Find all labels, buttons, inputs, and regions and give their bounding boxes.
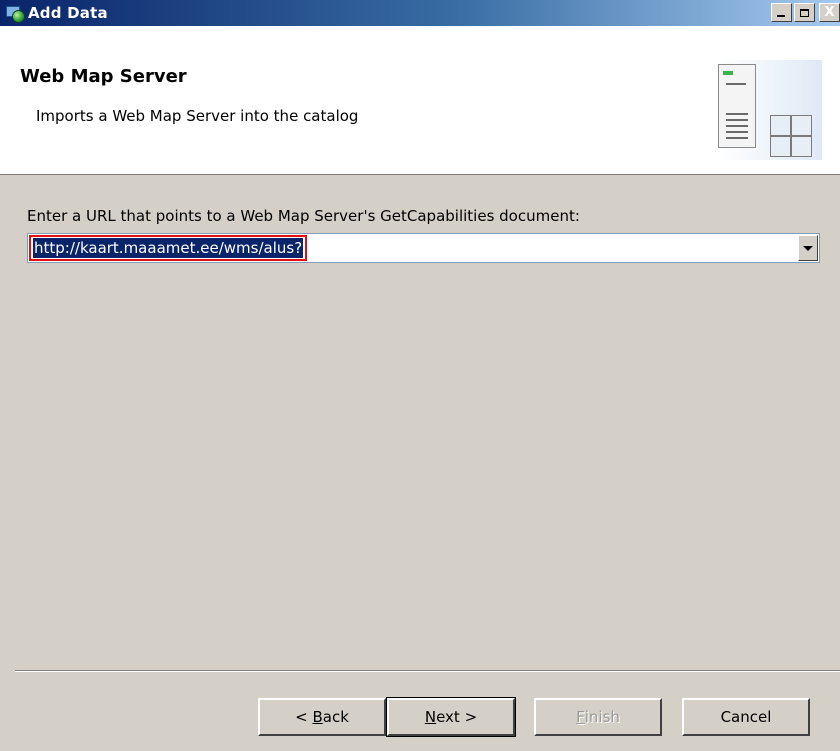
back-button[interactable]: < Back: [258, 698, 386, 736]
url-combobox[interactable]: http://kaart.maaamet.ee/wms/alus?: [27, 233, 820, 263]
page-description: Imports a Web Map Server into the catalo…: [36, 107, 359, 125]
button-separator: [15, 670, 840, 672]
url-prompt-label: Enter a URL that points to a Web Map Ser…: [27, 207, 580, 225]
minimize-button[interactable]: [771, 3, 792, 22]
minimize-icon: [777, 15, 785, 17]
server-catalog-icon: [714, 60, 822, 160]
maximize-button[interactable]: [794, 3, 815, 22]
add-data-icon: [6, 4, 25, 23]
wizard-header: Web Map Server Imports a Web Map Server …: [0, 26, 840, 175]
close-icon: X: [824, 5, 835, 20]
window-controls: X: [771, 3, 840, 22]
maximize-icon: [800, 8, 809, 17]
chevron-down-icon: [803, 245, 813, 251]
title-bar[interactable]: Add Data X: [0, 0, 840, 26]
url-highlight-box: http://kaart.maaamet.ee/wms/alus?: [29, 235, 308, 261]
next-button[interactable]: Next >: [386, 697, 516, 737]
window-title: Add Data: [28, 4, 108, 22]
page-title: Web Map Server: [20, 66, 187, 87]
cancel-button[interactable]: Cancel: [682, 698, 810, 736]
dropdown-button[interactable]: [798, 235, 818, 261]
finish-button[interactable]: Finish: [534, 698, 662, 736]
url-input[interactable]: http://kaart.maaamet.ee/wms/alus?: [33, 238, 304, 258]
close-button[interactable]: X: [819, 3, 840, 22]
